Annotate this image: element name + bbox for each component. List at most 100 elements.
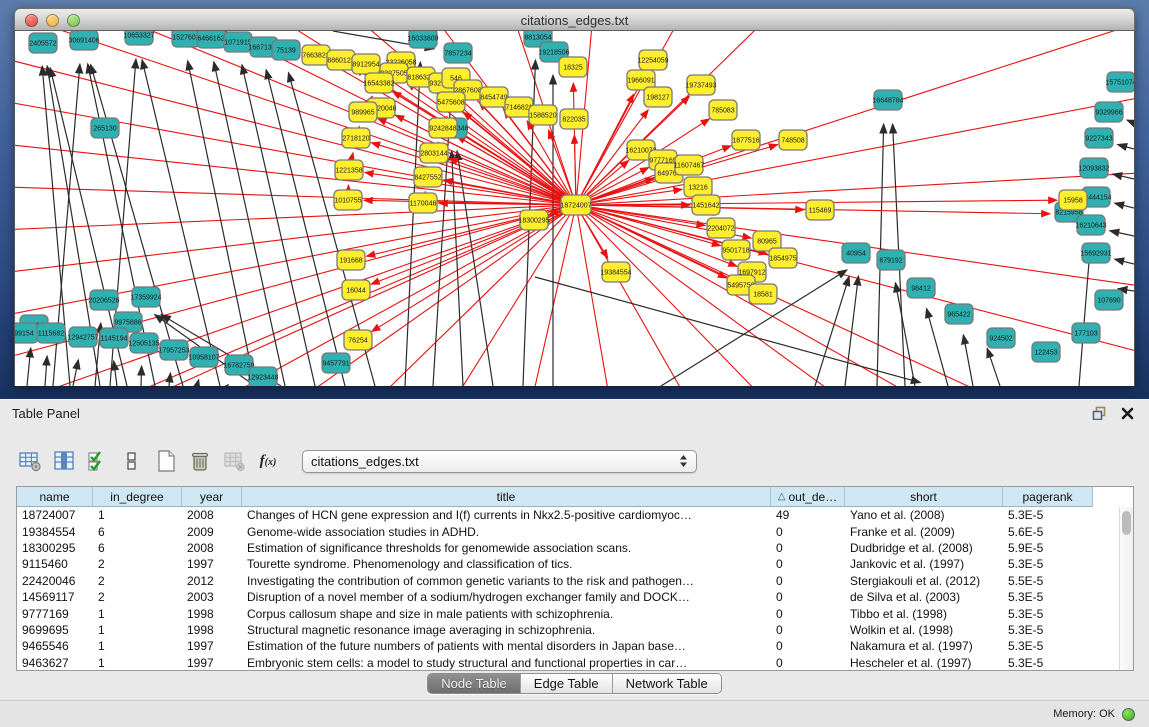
- cell-in_degree[interactable]: 6: [93, 540, 182, 556]
- cell-title[interactable]: Estimation of significance thresholds fo…: [242, 540, 771, 556]
- cell-short[interactable]: Jankovic et al. (1997): [845, 556, 1003, 572]
- graph-hub-node[interactable]: 18724007: [560, 195, 591, 215]
- column-header-year[interactable]: year: [182, 487, 242, 507]
- cell-out_de[interactable]: 49: [771, 507, 845, 523]
- cell-short[interactable]: Wolkin et al. (1998): [845, 622, 1003, 638]
- graph-node[interactable]: 924502: [987, 328, 1015, 348]
- cell-title[interactable]: Structural magnetic resonance image aver…: [242, 622, 771, 638]
- tab-edge-table[interactable]: Edge Table: [521, 674, 613, 693]
- graph-node[interactable]: 1010755: [334, 190, 362, 210]
- cell-title[interactable]: Corpus callosum shape and size in male p…: [242, 605, 771, 621]
- cell-year[interactable]: 2003: [182, 589, 242, 605]
- cell-short[interactable]: Nakamura et al. (1997): [845, 638, 1003, 654]
- cell-pagerank[interactable]: 5.3E-5: [1003, 589, 1093, 605]
- graph-node[interactable]: 10958107: [188, 347, 219, 367]
- graph-node[interactable]: 98412: [907, 278, 935, 298]
- graph-node[interactable]: 1145194: [100, 328, 128, 348]
- cell-out_de[interactable]: 0: [771, 655, 845, 671]
- tab-network-table[interactable]: Network Table: [613, 674, 721, 693]
- cell-year[interactable]: 2008: [182, 507, 242, 523]
- select-columns-icon[interactable]: [50, 447, 78, 475]
- graph-node[interactable]: 9329966: [1095, 102, 1123, 122]
- cell-out_de[interactable]: 0: [771, 523, 845, 539]
- graph-node[interactable]: 15751074: [1105, 72, 1134, 92]
- graph-node[interactable]: 12254059: [637, 50, 668, 70]
- column-header-in_degree[interactable]: in_degree: [93, 487, 182, 507]
- graph-node[interactable]: 115469: [806, 200, 834, 220]
- graph-node[interactable]: 1115682: [37, 323, 65, 343]
- graph-node[interactable]: 7663822: [302, 45, 330, 65]
- table-row[interactable]: 911546021997Tourette syndrome. Phenomeno…: [17, 556, 1133, 572]
- graph-node[interactable]: 9227343: [1085, 128, 1113, 148]
- graph-node[interactable]: 18300295: [518, 210, 549, 230]
- graph-node[interactable]: 9501718: [722, 240, 750, 260]
- cell-title[interactable]: Investigating the contribution of common…: [242, 573, 771, 589]
- cell-title[interactable]: Estimation of the future numbers of pati…: [242, 638, 771, 654]
- table-row[interactable]: 1456911722003Disruption of a novel membe…: [17, 589, 1133, 605]
- cell-short[interactable]: Dudbridge et al. (2008): [845, 540, 1003, 556]
- graph-node[interactable]: 191668: [337, 250, 365, 270]
- graph-node[interactable]: 7857234: [444, 43, 472, 63]
- graph-node[interactable]: 8912954: [352, 54, 380, 74]
- graph-node[interactable]: 76254: [344, 330, 372, 350]
- table-row[interactable]: 2242004622012Investigating the contribut…: [17, 573, 1133, 589]
- column-header-pagerank[interactable]: pagerank: [1003, 487, 1093, 507]
- cell-year[interactable]: 1998: [182, 605, 242, 621]
- cell-year[interactable]: 2008: [182, 540, 242, 556]
- cell-title[interactable]: Embryonic stem cells: a model to study s…: [242, 655, 771, 671]
- cell-pagerank[interactable]: 5.3E-5: [1003, 655, 1093, 671]
- new-column-icon[interactable]: [152, 447, 180, 475]
- scrollbar-thumb[interactable]: [1122, 511, 1131, 535]
- graph-node[interactable]: 8427552: [414, 167, 442, 187]
- graph-node[interactable]: 12505135: [128, 333, 159, 353]
- delete-column-icon[interactable]: [186, 447, 214, 475]
- cell-short[interactable]: Stergiakouli et al. (2012): [845, 573, 1003, 589]
- graph-node[interactable]: 9457791: [322, 353, 350, 373]
- graph-node[interactable]: 1854975: [769, 248, 797, 268]
- cell-in_degree[interactable]: 1: [93, 638, 182, 654]
- float-icon[interactable]: [1089, 404, 1109, 422]
- citation-network-graph[interactable]: 2405572306914061065332715276026466162107…: [15, 31, 1134, 386]
- cell-name[interactable]: 9115460: [17, 556, 93, 572]
- cell-out_de[interactable]: 0: [771, 540, 845, 556]
- graph-node[interactable]: 107690: [1095, 290, 1123, 310]
- graph-node[interactable]: 679192: [877, 250, 905, 270]
- cell-name[interactable]: 18724007: [17, 507, 93, 523]
- graph-node[interactable]: 8860123: [327, 50, 355, 70]
- graph-node[interactable]: 18325: [559, 57, 587, 77]
- cell-out_de[interactable]: 0: [771, 573, 845, 589]
- graph-node[interactable]: 16648784: [872, 90, 903, 110]
- cell-name[interactable]: 9699695: [17, 622, 93, 638]
- table-row[interactable]: 977716911998Corpus callosum shape and si…: [17, 605, 1133, 621]
- graph-node[interactable]: 2204072: [707, 218, 735, 238]
- window-titlebar[interactable]: citations_edges.txt: [14, 8, 1135, 31]
- graph-node[interactable]: 1170046: [409, 193, 437, 213]
- cell-title[interactable]: Changes of HCN gene expression and I(f) …: [242, 507, 771, 523]
- row-height-icon[interactable]: [118, 447, 146, 475]
- graph-node[interactable]: 748508: [779, 130, 807, 150]
- graph-node[interactable]: 11607467: [674, 155, 705, 175]
- cell-short[interactable]: Hescheler et al. (1997): [845, 655, 1003, 671]
- cell-in_degree[interactable]: 2: [93, 589, 182, 605]
- cell-title[interactable]: Genome-wide association studies in ADHD.: [242, 523, 771, 539]
- graph-node[interactable]: 1221358: [335, 160, 363, 180]
- graph-node[interactable]: 19384554: [600, 262, 631, 282]
- table-row[interactable]: 946362711997Embryonic stem cells: a mode…: [17, 655, 1133, 671]
- graph-node[interactable]: 75139: [272, 40, 300, 60]
- cell-pagerank[interactable]: 5.3E-5: [1003, 622, 1093, 638]
- cell-name[interactable]: 19384554: [17, 523, 93, 539]
- cell-in_degree[interactable]: 1: [93, 507, 182, 523]
- cell-name[interactable]: 9463627: [17, 655, 93, 671]
- graph-node[interactable]: 16210643: [1075, 215, 1106, 235]
- graph-node[interactable]: 965422: [945, 304, 973, 324]
- table-selector-dropdown[interactable]: citations_edges.txt: [302, 450, 697, 473]
- cell-short[interactable]: de Silva et al. (2003): [845, 589, 1003, 605]
- graph-node[interactable]: 16033809: [407, 31, 438, 48]
- cell-pagerank[interactable]: 5.5E-5: [1003, 573, 1093, 589]
- graph-node[interactable]: 9242848: [429, 118, 457, 138]
- cell-short[interactable]: Tibbo et al. (1998): [845, 605, 1003, 621]
- cell-year[interactable]: 1998: [182, 622, 242, 638]
- graph-node[interactable]: 2405572: [29, 33, 57, 53]
- cell-pagerank[interactable]: 5.3E-5: [1003, 638, 1093, 654]
- cell-short[interactable]: Franke et al. (2009): [845, 523, 1003, 539]
